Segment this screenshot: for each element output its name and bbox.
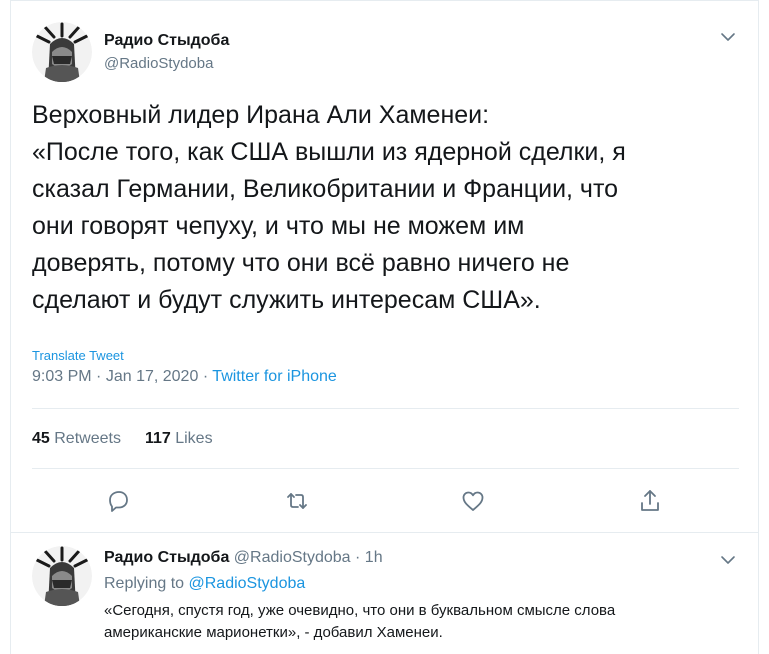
- tweet-date[interactable]: Jan 17, 2020: [106, 368, 199, 385]
- retweets-label: Retweets: [54, 430, 121, 447]
- reply-age[interactable]: 1h: [365, 549, 383, 566]
- divider: [10, 532, 759, 533]
- likes-count: 117: [144, 430, 171, 447]
- tweet-meta: 9:03 PM · Jan 17, 2020 · Twitter for iPh…: [32, 368, 337, 386]
- replying-prefix: Replying to: [104, 575, 185, 592]
- tweet-text-line: Верховный лидер Ирана Али Хаменеи:: [32, 101, 490, 129]
- tweet-stats: 45 Retweets 117 Likes: [32, 430, 213, 448]
- tweet-time[interactable]: 9:03 PM: [32, 368, 92, 385]
- author-name[interactable]: Радио Стыдоба: [104, 32, 229, 50]
- author-avatar[interactable]: [32, 22, 92, 82]
- heart-icon[interactable]: [458, 486, 488, 516]
- author-handle[interactable]: @RadioStydoba: [104, 55, 213, 72]
- likes-label: Likes: [175, 430, 213, 447]
- reply-author-name[interactable]: Радио Стыдоба: [104, 549, 229, 566]
- tweet-text-line: сделают и будут служить интересам США».: [32, 286, 541, 314]
- tweet-text-line: они говорят чепуху, и что мы не можем им: [32, 212, 525, 240]
- chevron-down-icon[interactable]: [720, 30, 736, 48]
- reply-author-avatar[interactable]: [32, 546, 92, 606]
- tweet-text-line: доверять, потому что они всё равно ничег…: [32, 249, 570, 277]
- reply-header: Радио Стыдоба @RadioStydoba · 1h: [104, 549, 383, 567]
- likes-stat[interactable]: 117 Likes: [145, 430, 213, 447]
- retweet-icon[interactable]: [282, 486, 312, 516]
- translate-tweet-link[interactable]: Translate Tweet: [32, 348, 124, 363]
- meta-separator: ·: [355, 549, 361, 566]
- frame-left-border: [10, 0, 11, 654]
- replying-to: Replying to @RadioStydoba: [104, 575, 305, 593]
- retweets-count: 45: [32, 430, 50, 447]
- tweet-text: Верховный лидер Ирана Али Хаменеи: «Посл…: [32, 97, 732, 319]
- reply-icon[interactable]: [103, 486, 133, 516]
- reply-author-handle[interactable]: @RadioStydoba: [234, 549, 351, 566]
- tweet-text-line: «После того, как США вышли из ядерной сд…: [32, 138, 626, 166]
- reply-text-line: американские марионетки», - добавил Хаме…: [104, 624, 443, 641]
- reply-text-line: «Сегодня, спустя год, уже очевидно, что …: [104, 602, 616, 619]
- frame-top-border: [10, 0, 759, 1]
- divider: [32, 468, 739, 469]
- reply-text: «Сегодня, спустя год, уже очевидно, что …: [104, 600, 744, 644]
- frame-right-border: [758, 0, 759, 654]
- retweets-stat[interactable]: 45 Retweets: [32, 430, 121, 447]
- divider: [32, 408, 739, 409]
- replying-handle-link[interactable]: @RadioStydoba: [189, 575, 306, 592]
- chevron-down-icon[interactable]: [720, 553, 736, 571]
- share-icon[interactable]: [635, 486, 665, 516]
- tweet-text-line: сказал Германии, Великобритании и Франци…: [32, 175, 619, 203]
- meta-separator: ·: [96, 368, 102, 385]
- meta-separator: ·: [202, 368, 209, 385]
- tweet-source-link[interactable]: Twitter for iPhone: [212, 368, 337, 385]
